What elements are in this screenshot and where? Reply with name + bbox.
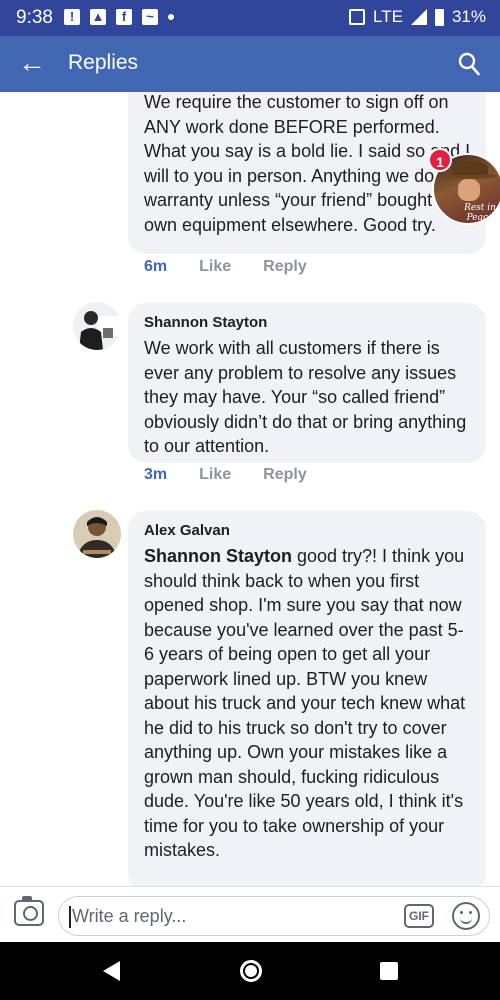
chat-head-badge: 1 — [428, 148, 452, 172]
messenger-icon: ~ — [142, 9, 158, 25]
reply-button[interactable]: Reply — [263, 466, 307, 484]
comment-author[interactable]: Alex Galvan — [144, 521, 472, 541]
facebook-icon: f — [116, 9, 132, 25]
comment-time: 3m — [144, 466, 168, 483]
comment-bubble: We require the customer to sign off on A… — [128, 92, 486, 254]
comment-text: Shannon Stayton good try?! I think you s… — [144, 544, 472, 863]
notification-icons: ! ▲ f ~ — [64, 9, 174, 25]
hat — [452, 161, 488, 175]
nav-recents-icon[interactable] — [380, 962, 398, 980]
battery-percent: 31% — [451, 7, 486, 26]
comment-text: We work with all customers if there is e… — [144, 338, 467, 456]
comment-bubble: Alex Galvan Shannon Stayton good try?! I… — [128, 511, 486, 886]
nav-home-icon[interactable] — [240, 960, 262, 982]
signal-icon — [410, 9, 427, 25]
status-time: 9:38 — [16, 7, 53, 28]
arrow-left-icon[interactable]: ← — [18, 48, 46, 78]
search-icon[interactable] — [458, 52, 480, 76]
text-caret — [69, 906, 71, 929]
avatar[interactable] — [73, 510, 121, 558]
comment-actions: 6m Like Reply — [144, 258, 307, 276]
chat-head-caption: Rest in Peace Tyler E — [464, 203, 496, 223]
comment-body: good try?! I think you should think back… — [144, 546, 466, 860]
comment-text: We require the customer to sign off on A… — [144, 92, 471, 235]
gallery-icon: ▲ — [90, 9, 106, 25]
emoji-icon[interactable] — [452, 902, 480, 930]
comment-author[interactable]: Shannon Stayton — [144, 313, 472, 333]
mention-link[interactable]: Shannon Stayton — [144, 546, 292, 566]
gif-button[interactable]: GIF — [404, 904, 434, 928]
alert-icon: ! — [64, 9, 80, 25]
comment-time: 6m — [144, 258, 168, 275]
network-type: LTE — [373, 7, 403, 26]
system-nav-bar — [0, 942, 500, 1000]
nav-back-icon[interactable] — [103, 961, 120, 981]
more-notifications-icon — [168, 14, 174, 20]
avatar[interactable] — [73, 302, 121, 350]
comment-actions: 3m Like Reply — [144, 466, 307, 484]
like-button[interactable]: Like — [199, 466, 231, 484]
page-title: Replies — [68, 51, 139, 74]
vibrate-icon — [349, 9, 366, 25]
chat-head-face — [458, 179, 480, 201]
status-bar: 9:38 ! ▲ f ~ LTE 31% — [0, 0, 500, 36]
reply-input-placeholder: Write a reply... — [72, 906, 187, 926]
status-right: LTE 31% — [349, 7, 486, 27]
battery-icon — [434, 8, 444, 26]
camera-icon[interactable] — [14, 896, 44, 926]
like-button[interactable]: Like — [199, 258, 231, 276]
reply-composer: Write a reply... GIF — [0, 886, 500, 942]
reply-button[interactable]: Reply — [263, 258, 307, 276]
replies-list[interactable]: We require the customer to sign off on A… — [0, 92, 500, 886]
app-bar: ← Replies — [0, 36, 500, 92]
comment-bubble: Shannon Stayton We work with all custome… — [128, 303, 486, 463]
